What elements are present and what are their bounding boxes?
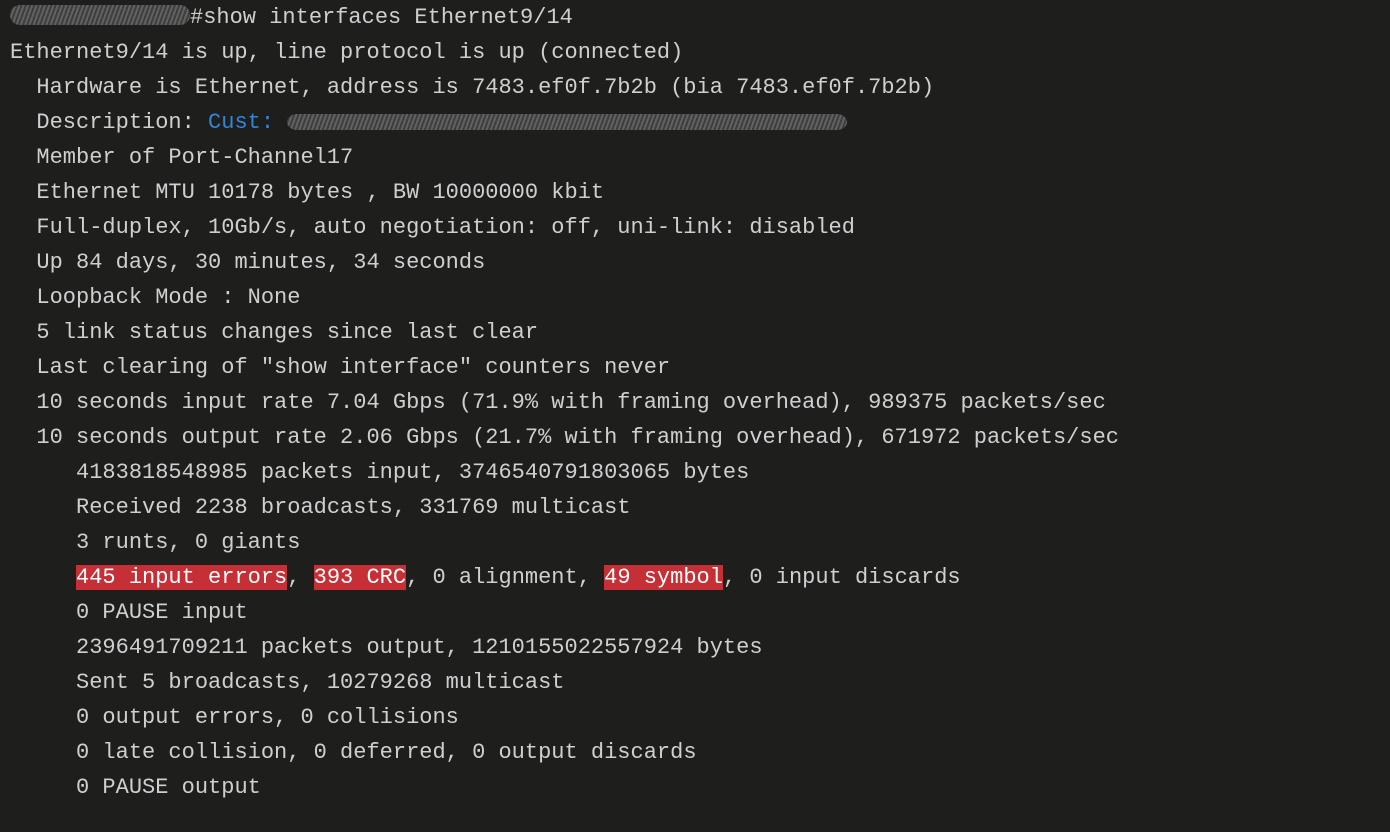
pause-input-line: 0 PAUSE input [76,600,248,625]
symbol-errors: 49 symbol [604,565,723,590]
broadcasts-out-line: Sent 5 broadcasts, 10279268 multicast [76,670,564,695]
desc-cust: Cust: [208,110,274,135]
interface-status: Ethernet9/14 is up, line protocol is up … [10,40,683,65]
pause-output-line: 0 PAUSE output [76,775,261,800]
input-discards: 0 input discards [749,565,960,590]
packets-output-line: 2396491709211 packets output, 1210155022… [76,635,763,660]
late-collision-line: 0 late collision, 0 deferred, 0 output d… [76,740,697,765]
desc-label: Description: [36,110,208,135]
link-changes-line: 5 link status changes since last clear [36,320,538,345]
alignment-errors: 0 alignment [432,565,577,590]
uptime-line: Up 84 days, 30 minutes, 34 seconds [36,250,485,275]
redacted-description [287,114,847,130]
command-line: #show interfaces Ethernet9/14 [190,5,573,30]
last-clear-line: Last clearing of "show interface" counte… [36,355,670,380]
loopback-line: Loopback Mode : None [36,285,300,310]
input-rate-line: 10 seconds input rate 7.04 Gbps (71.9% w… [36,390,1105,415]
output-errors-line: 0 output errors, 0 collisions [76,705,459,730]
hardware-line: Hardware is Ethernet, address is 7483.ef… [36,75,934,100]
duplex-line: Full-duplex, 10Gb/s, auto negotiation: o… [36,215,855,240]
packets-input-line: 4183818548985 packets input, 37465407918… [76,460,749,485]
crc-errors: 393 CRC [314,565,406,590]
broadcasts-in-line: Received 2238 broadcasts, 331769 multica… [76,495,631,520]
redacted-hostname [10,5,190,25]
runts-line: 3 runts, 0 giants [76,530,300,555]
mtu-line: Ethernet MTU 10178 bytes , BW 10000000 k… [36,180,604,205]
terminal-output: #show interfaces Ethernet9/14 Ethernet9/… [0,0,1390,805]
input-errors: 445 input errors [76,565,287,590]
member-line: Member of Port-Channel17 [36,145,353,170]
output-rate-line: 10 seconds output rate 2.06 Gbps (21.7% … [36,425,1119,450]
